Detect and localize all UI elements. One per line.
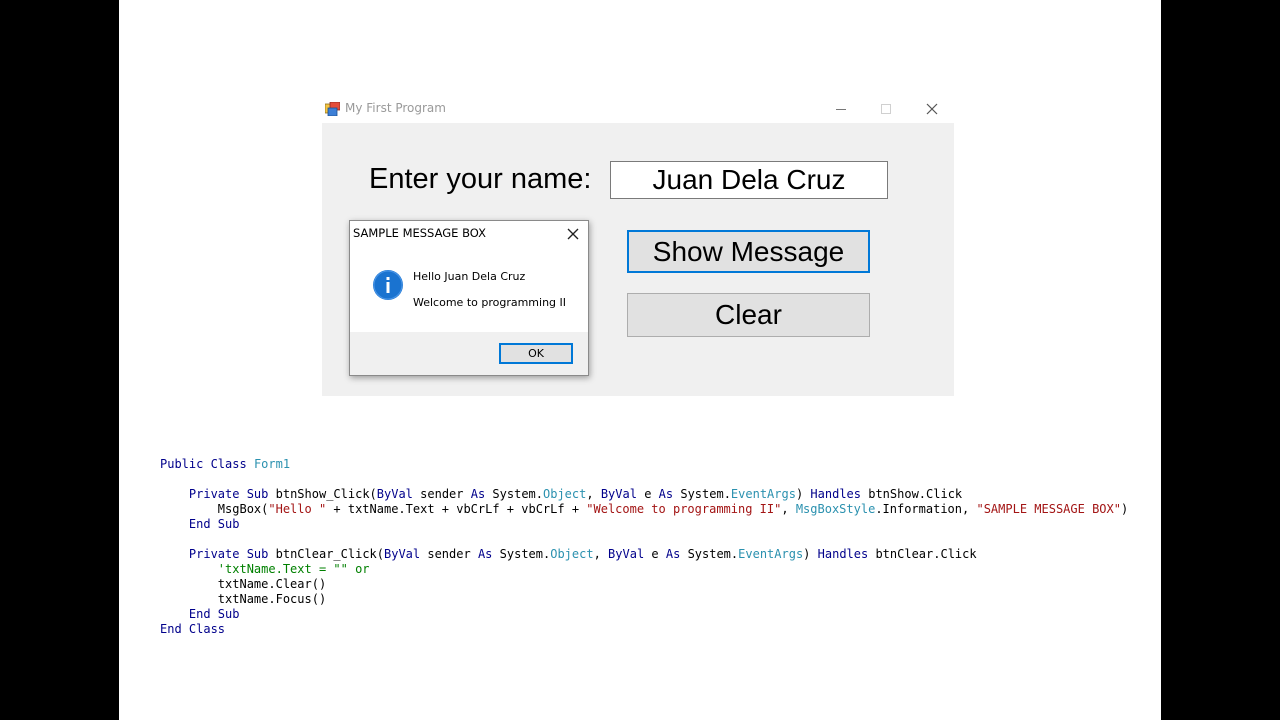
message-line-2: Welcome to programming II bbox=[413, 296, 567, 309]
window-title: My First Program bbox=[345, 101, 446, 115]
clear-button[interactable]: Clear bbox=[627, 293, 870, 337]
show-message-button[interactable]: Show Message bbox=[627, 230, 870, 273]
code-line-10: txtName.Focus() bbox=[217, 592, 327, 606]
code-listing: Public Class Form1 Private Sub btnShow_C… bbox=[160, 457, 1128, 637]
information-icon bbox=[373, 270, 403, 300]
close-icon[interactable] bbox=[924, 101, 940, 117]
app-icon bbox=[325, 102, 340, 116]
minimize-icon[interactable] bbox=[833, 101, 849, 117]
window-titlebar: My First Program bbox=[322, 95, 954, 123]
code-line-8: 'txtName.Text = "" or bbox=[217, 562, 370, 576]
code-line-5: End Sub bbox=[188, 517, 240, 531]
message-line-1: Hello Juan Dela Cruz bbox=[413, 270, 526, 283]
code-line-4: MsgBox("Hello " + txtName.Text + vbCrLf … bbox=[217, 502, 1129, 516]
close-icon[interactable] bbox=[565, 226, 581, 242]
message-box-title: SAMPLE MESSAGE BOX bbox=[353, 226, 486, 240]
maximize-icon[interactable] bbox=[878, 101, 894, 117]
code-line-7: Private Sub btnClear_Click(ByVal sender … bbox=[188, 547, 977, 561]
name-input[interactable] bbox=[610, 161, 888, 199]
code-line-12: End Class bbox=[160, 622, 226, 636]
code-line-3: Private Sub btnShow_Click(ByVal sender A… bbox=[188, 487, 963, 501]
message-box-footer: OK bbox=[350, 332, 588, 375]
code-line-9: txtName.Clear() bbox=[217, 577, 327, 591]
name-label: Enter your name: bbox=[369, 163, 592, 195]
message-box-dialog: SAMPLE MESSAGE BOX Hello Juan Dela Cruz … bbox=[349, 220, 589, 376]
code-line-1: Public Class Form1 bbox=[160, 457, 291, 471]
code-line-11: End Sub bbox=[188, 607, 240, 621]
ok-button[interactable]: OK bbox=[499, 343, 573, 364]
